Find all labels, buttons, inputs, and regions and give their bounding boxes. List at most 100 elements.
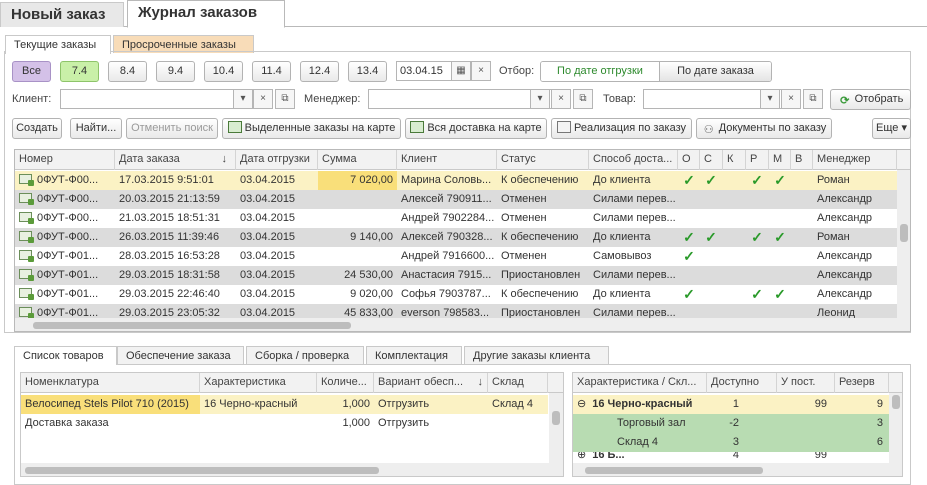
more-button[interactable]: Еще ▾ — [872, 118, 911, 139]
orders-horizontal-scroll-thumb[interactable] — [33, 322, 351, 329]
col-ship-date[interactable]: Дата отгрузки — [236, 150, 318, 170]
orders-vertical-scroll-thumb[interactable] — [900, 224, 908, 242]
col-characteristic[interactable]: Характеристика — [200, 373, 317, 393]
tab-kitting[interactable]: Комплектация — [366, 346, 462, 364]
col-status[interactable]: Статус — [497, 150, 589, 170]
table-row[interactable]: Склад 4 3 6 — [573, 433, 889, 452]
order-flag-r-check-icon: ✓ — [751, 286, 763, 302]
col-r[interactable]: Р — [746, 150, 769, 170]
col-stock-characteristic[interactable]: Характеристика / Скл... — [573, 373, 707, 393]
table-row[interactable]: 0ФУТ-Ф00... 21.03.2015 18:51:31 03.04.2015… — [15, 209, 897, 228]
col-at-supplier[interactable]: У пост. — [777, 373, 835, 393]
tab-order-supply[interactable]: Обеспечение заказа — [117, 346, 244, 364]
all-delivery-map-button[interactable]: Вся доставка на карте — [405, 118, 547, 139]
col-manager[interactable]: Менеджер — [813, 150, 897, 170]
col-o[interactable]: О — [678, 150, 700, 170]
col-k[interactable]: К — [723, 150, 746, 170]
tab-other-client-orders[interactable]: Другие заказы клиента — [464, 346, 609, 364]
product-open-icon[interactable]: ⧉ — [803, 89, 823, 109]
order-delivery: До клиента — [593, 174, 651, 186]
col-quantity[interactable]: Количе... — [317, 373, 374, 393]
col-m[interactable]: М — [769, 150, 791, 170]
col-available[interactable]: Доступно — [707, 373, 777, 393]
manager-open-icon[interactable]: ⧉ — [573, 89, 593, 109]
col-order-date-label: Дата заказа — [119, 153, 180, 165]
table-row[interactable]: ⊕ 16 Б... 4 99 — [573, 452, 889, 463]
manager-clear-icon[interactable]: × — [551, 89, 571, 109]
order-client: Марина Соловь... — [401, 174, 492, 186]
item-name: Доставка заказа — [25, 417, 109, 429]
order-date: 20.03.2015 21:13:59 — [119, 193, 220, 205]
selected-orders-map-button[interactable]: Выделенные заказы на карте — [222, 118, 401, 139]
col-order-date[interactable]: Дата заказа ↓ — [115, 150, 236, 170]
client-input[interactable] — [60, 89, 255, 109]
cancel-search-button[interactable]: Отменить поиск — [126, 118, 218, 139]
table-row[interactable]: 0ФУТ-Ф01... 29.03.2015 22:46:40 03.04.2015… — [15, 285, 897, 304]
items-table-header: Номенклатура Характеристика Количе... Ва… — [21, 373, 563, 393]
client-open-icon[interactable]: ⧉ — [275, 89, 295, 109]
tab-current-orders[interactable]: Текущие заказы — [5, 35, 111, 54]
table-row[interactable]: 0ФУТ-Ф00... 17.03.2015 9:51:01 03.04.2015 7… — [15, 171, 897, 190]
stock-vertical-scrollbar[interactable] — [889, 393, 902, 476]
col-client[interactable]: Клиент — [397, 150, 497, 170]
filter-by-order-date-button[interactable]: По дате заказа — [660, 62, 771, 81]
col-s[interactable]: С — [700, 150, 723, 170]
manager-input[interactable] — [368, 89, 552, 109]
order-flag-m-check-icon: ✓ — [774, 172, 786, 188]
items-vertical-scroll-thumb[interactable] — [552, 411, 560, 425]
find-button[interactable]: Найти... — [70, 118, 122, 139]
create-button[interactable]: Создать — [12, 118, 62, 139]
calendar-icon[interactable]: ▦ — [451, 61, 471, 81]
table-row[interactable]: Велосипед Stels Pilot 710 (2015) 16 Черн… — [21, 395, 548, 414]
table-row[interactable]: 0ФУТ-Ф01... 29.03.2015 18:31:58 03.04.2015… — [15, 266, 897, 285]
client-clear-icon[interactable]: × — [253, 89, 273, 109]
product-clear-icon[interactable]: × — [781, 89, 801, 109]
table-row[interactable]: 0ФУТ-Ф01... 28.03.2015 16:53:28 03.04.2015… — [15, 247, 897, 266]
tab-new-order[interactable]: Новый заказ — [0, 2, 124, 27]
date-filter-all-button[interactable]: Все — [12, 61, 51, 82]
select-button[interactable]: ⟳ Отобрать — [830, 89, 911, 110]
stock-horizontal-scroll-thumb[interactable] — [585, 467, 763, 474]
realization-button[interactable]: Реализация по заказу — [551, 118, 692, 139]
date-filter-9-4-button[interactable]: 9.4 — [156, 61, 195, 82]
date-filter-10-4-button[interactable]: 10.4 — [204, 61, 243, 82]
expand-icon[interactable]: ⊕ — [577, 452, 586, 461]
col-stock[interactable]: Склад — [488, 373, 548, 393]
col-v[interactable]: В — [791, 150, 813, 170]
table-row[interactable]: ⊖ 16 Черно-красный 1 99 9 — [573, 395, 889, 414]
table-row[interactable]: 0ФУТ-Ф00... 26.03.2015 11:39:46 03.04.2015… — [15, 228, 897, 247]
col-delivery[interactable]: Способ доста... — [589, 150, 678, 170]
table-row[interactable]: Торговый зал -2 3 — [573, 414, 889, 433]
collapse-icon[interactable]: ⊖ — [577, 398, 586, 410]
items-horizontal-scrollbar[interactable] — [21, 463, 549, 476]
order-date: 21.03.2015 18:51:31 — [119, 212, 220, 224]
table-row[interactable]: Доставка заказа 1,000 Отгрузить — [21, 414, 548, 433]
col-nomenclature[interactable]: Номенклатура — [21, 373, 200, 393]
product-dropdown-icon[interactable]: ▾ — [760, 89, 780, 109]
table-row[interactable]: 0ФУТ-Ф00... 20.03.2015 21:13:59 03.04.2015… — [15, 190, 897, 209]
filter-by-ship-date-button[interactable]: По дате отгрузки — [541, 62, 660, 81]
items-vertical-scrollbar[interactable] — [549, 393, 563, 476]
documents-button[interactable]: ⚇ Документы по заказу — [696, 118, 832, 139]
tab-assembly-check[interactable]: Сборка / проверка — [246, 346, 364, 364]
col-reserve[interactable]: Резерв — [835, 373, 889, 393]
stock-horizontal-scrollbar[interactable] — [573, 463, 889, 476]
manager-dropdown-icon[interactable]: ▾ — [530, 89, 550, 109]
items-horizontal-scroll-thumb[interactable] — [25, 467, 379, 474]
col-sum[interactable]: Сумма — [318, 150, 397, 170]
tab-product-list[interactable]: Список товаров — [14, 346, 117, 365]
tab-orders-journal[interactable]: Журнал заказов — [127, 0, 285, 28]
col-supply-variant[interactable]: Вариант обесп... ↓ — [374, 373, 488, 393]
date-filter-8-4-button[interactable]: 8.4 — [108, 61, 147, 82]
date-filter-7-4-button[interactable]: 7.4 — [60, 61, 99, 82]
date-filter-11-4-button[interactable]: 11.4 — [252, 61, 291, 82]
clear-date-icon[interactable]: × — [471, 61, 491, 81]
orders-vertical-scrollbar[interactable] — [897, 170, 910, 331]
date-filter-12-4-button[interactable]: 12.4 — [300, 61, 339, 82]
date-filter-13-4-button[interactable]: 13.4 — [348, 61, 387, 82]
orders-horizontal-scrollbar[interactable] — [15, 318, 897, 331]
client-dropdown-icon[interactable]: ▾ — [233, 89, 253, 109]
col-number[interactable]: Номер — [15, 150, 115, 170]
order-number: 0ФУТ-Ф00... — [15, 209, 115, 228]
stock-vertical-scroll-thumb[interactable] — [892, 395, 900, 409]
